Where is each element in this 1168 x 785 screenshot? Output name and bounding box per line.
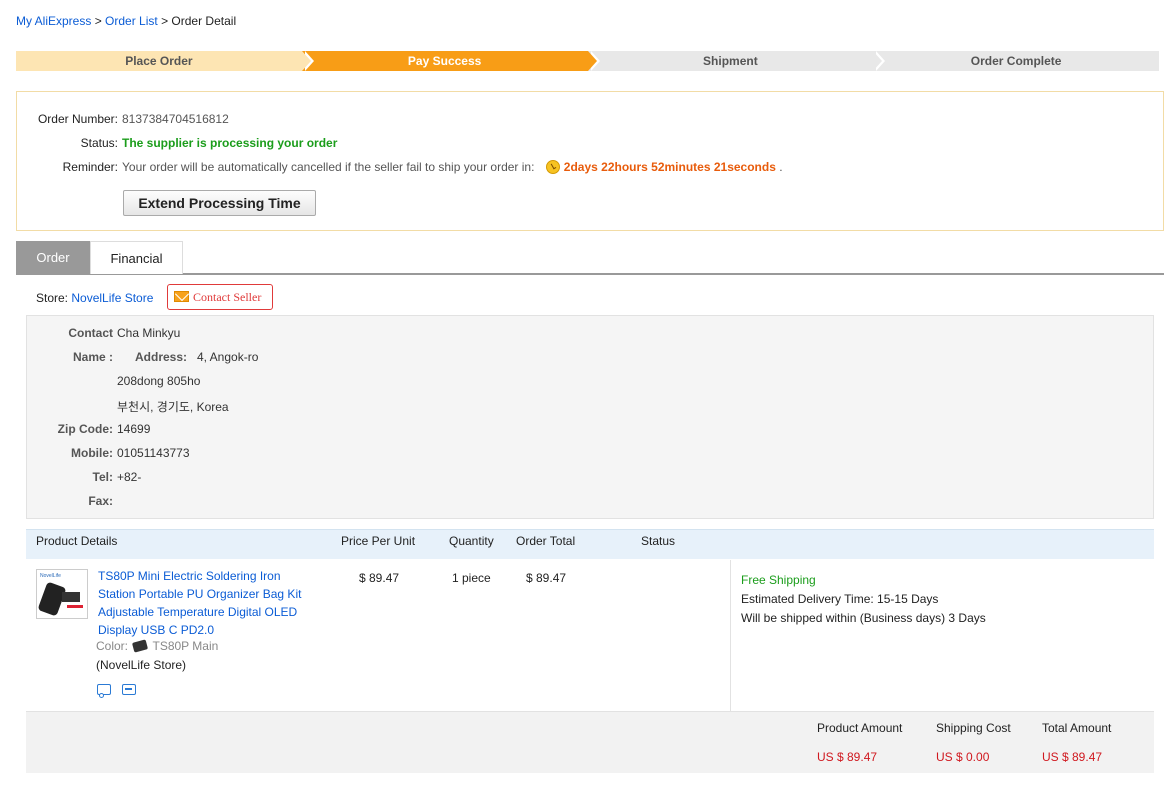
clock-icon bbox=[545, 160, 560, 174]
header-product-details: Product Details bbox=[36, 534, 118, 548]
product-color: Color: TS80P Main bbox=[96, 639, 218, 653]
header-order-total: Order Total bbox=[516, 534, 576, 548]
step-place-order: Place Order bbox=[16, 51, 314, 71]
mobile-value: 01051143773 bbox=[117, 446, 190, 460]
store-line: Store: NovelLife Store bbox=[36, 291, 153, 305]
tab-order[interactable]: Order bbox=[16, 241, 90, 274]
free-shipping-label: Free Shipping bbox=[741, 573, 816, 587]
ship-within: Will be shipped within (Business days) 3… bbox=[741, 611, 986, 625]
address-label: Address: bbox=[135, 350, 188, 364]
address-line2: 208dong 805ho bbox=[117, 374, 201, 388]
header-quantity: Quantity bbox=[449, 534, 494, 548]
shipping-info: Free Shipping Estimated Delivery Time: 1… bbox=[741, 571, 986, 628]
contact-seller-label: Contact Seller bbox=[193, 290, 262, 304]
header-status: Status bbox=[641, 534, 676, 548]
fax-label: Fax: bbox=[88, 494, 113, 508]
color-swatch-icon bbox=[132, 639, 149, 653]
step-order-complete: Order Complete bbox=[873, 51, 1159, 71]
name-label: Name : bbox=[72, 350, 113, 364]
step-label: Order Complete bbox=[970, 54, 1062, 68]
order-number-value: 8137384704516812 bbox=[122, 112, 229, 126]
color-label: Color: bbox=[96, 639, 129, 653]
breadcrumb-my-aliexpress[interactable]: My AliExpress bbox=[16, 14, 91, 28]
status-value: The supplier is processing your order bbox=[122, 136, 338, 150]
breadcrumb-separator: > bbox=[157, 14, 172, 28]
address-line1: 4, Angok-ro bbox=[197, 350, 259, 364]
order-info-box: Order Number: 8137384704516812 Status: T… bbox=[16, 91, 1164, 231]
total-amount-label: Total Amount bbox=[1042, 721, 1112, 735]
reminder-text: Your order will be automatically cancell… bbox=[122, 160, 535, 174]
estimated-delivery: Estimated Delivery Time: 15-15 Days bbox=[741, 590, 986, 609]
tab-financial[interactable]: Financial bbox=[90, 241, 183, 274]
breadcrumb-current: Order Detail bbox=[171, 14, 237, 28]
order-summary: Product Amount Shipping Cost Total Amoun… bbox=[26, 712, 1154, 773]
zip-label: Zip Code: bbox=[57, 422, 113, 436]
snapshot-card-icon[interactable] bbox=[122, 684, 136, 695]
contact-label: Contact bbox=[68, 326, 113, 340]
address-line3: 부천시, 경기도, Korea bbox=[117, 400, 229, 414]
breadcrumb-order-list[interactable]: Order List bbox=[105, 14, 158, 28]
reminder-text-container: Your order will be automatically cancell… bbox=[122, 160, 783, 174]
contact-name-value: Cha Minkyu bbox=[117, 326, 181, 340]
shipping-truck-icon[interactable] bbox=[97, 684, 111, 698]
color-value: TS80P Main bbox=[152, 639, 219, 653]
shipping-cost-value: US $ 0.00 bbox=[936, 750, 990, 764]
shipping-address-box: Contact Cha Minkyu Name : Address: 4, An… bbox=[26, 315, 1154, 519]
product-title-link[interactable]: TS80P Mini Electric Soldering Iron Stati… bbox=[98, 567, 318, 639]
product-table-header: Product Details Price Per Unit Quantity … bbox=[26, 529, 1154, 559]
reminder-end: . bbox=[779, 160, 783, 174]
order-progress-steps: Place Order Pay Success Shipment Order C… bbox=[16, 51, 1159, 71]
tel-value: +82- bbox=[117, 470, 142, 484]
shipping-cost-label: Shipping Cost bbox=[936, 721, 1011, 735]
step-shipment: Shipment bbox=[587, 51, 886, 71]
step-label: Shipment bbox=[703, 54, 758, 68]
extend-processing-time-button[interactable]: Extend Processing Time bbox=[123, 190, 316, 216]
delivery-label: Estimated Delivery Time: bbox=[741, 592, 874, 606]
quantity: 1 piece bbox=[452, 571, 491, 585]
step-label: Place Order bbox=[125, 54, 193, 68]
reminder-label: Reminder: bbox=[62, 160, 118, 174]
delivery-value: 15-15 Days bbox=[877, 592, 939, 606]
step-pay-success: Pay Success bbox=[301, 51, 600, 71]
mobile-label: Mobile: bbox=[71, 446, 113, 460]
store-label: Store: bbox=[36, 291, 69, 305]
product-amount-label: Product Amount bbox=[817, 721, 903, 735]
order-tabs: Order Financial bbox=[16, 241, 1164, 275]
product-store: (NovelLife Store) bbox=[96, 658, 187, 672]
column-divider bbox=[730, 560, 731, 712]
product-row: NovelLife TS80P Mini Electric Soldering … bbox=[26, 560, 1154, 712]
total-amount-value: US $ 89.47 bbox=[1042, 750, 1103, 764]
breadcrumb: My AliExpress > Order List > Order Detai… bbox=[16, 14, 236, 28]
status-label: Status: bbox=[80, 136, 118, 150]
countdown-timer: 2days 22hours 52minutes 21seconds bbox=[563, 160, 776, 174]
product-amount-value: US $ 89.47 bbox=[817, 750, 878, 764]
zip-value: 14699 bbox=[117, 422, 151, 436]
order-total: $ 89.47 bbox=[526, 571, 567, 585]
contact-seller-button[interactable]: Contact Seller bbox=[167, 284, 273, 310]
price-per-unit: $ 89.47 bbox=[359, 571, 400, 585]
mail-icon bbox=[174, 291, 189, 302]
tel-label: Tel: bbox=[92, 470, 113, 484]
product-thumbnail[interactable]: NovelLife bbox=[36, 569, 88, 619]
store-link[interactable]: NovelLife Store bbox=[71, 291, 153, 305]
header-price-per-unit: Price Per Unit bbox=[341, 534, 416, 548]
order-number-label: Order Number: bbox=[37, 112, 118, 126]
step-label: Pay Success bbox=[407, 54, 482, 68]
breadcrumb-separator: > bbox=[91, 14, 106, 28]
thumbnail-brand: NovelLife bbox=[40, 573, 61, 579]
